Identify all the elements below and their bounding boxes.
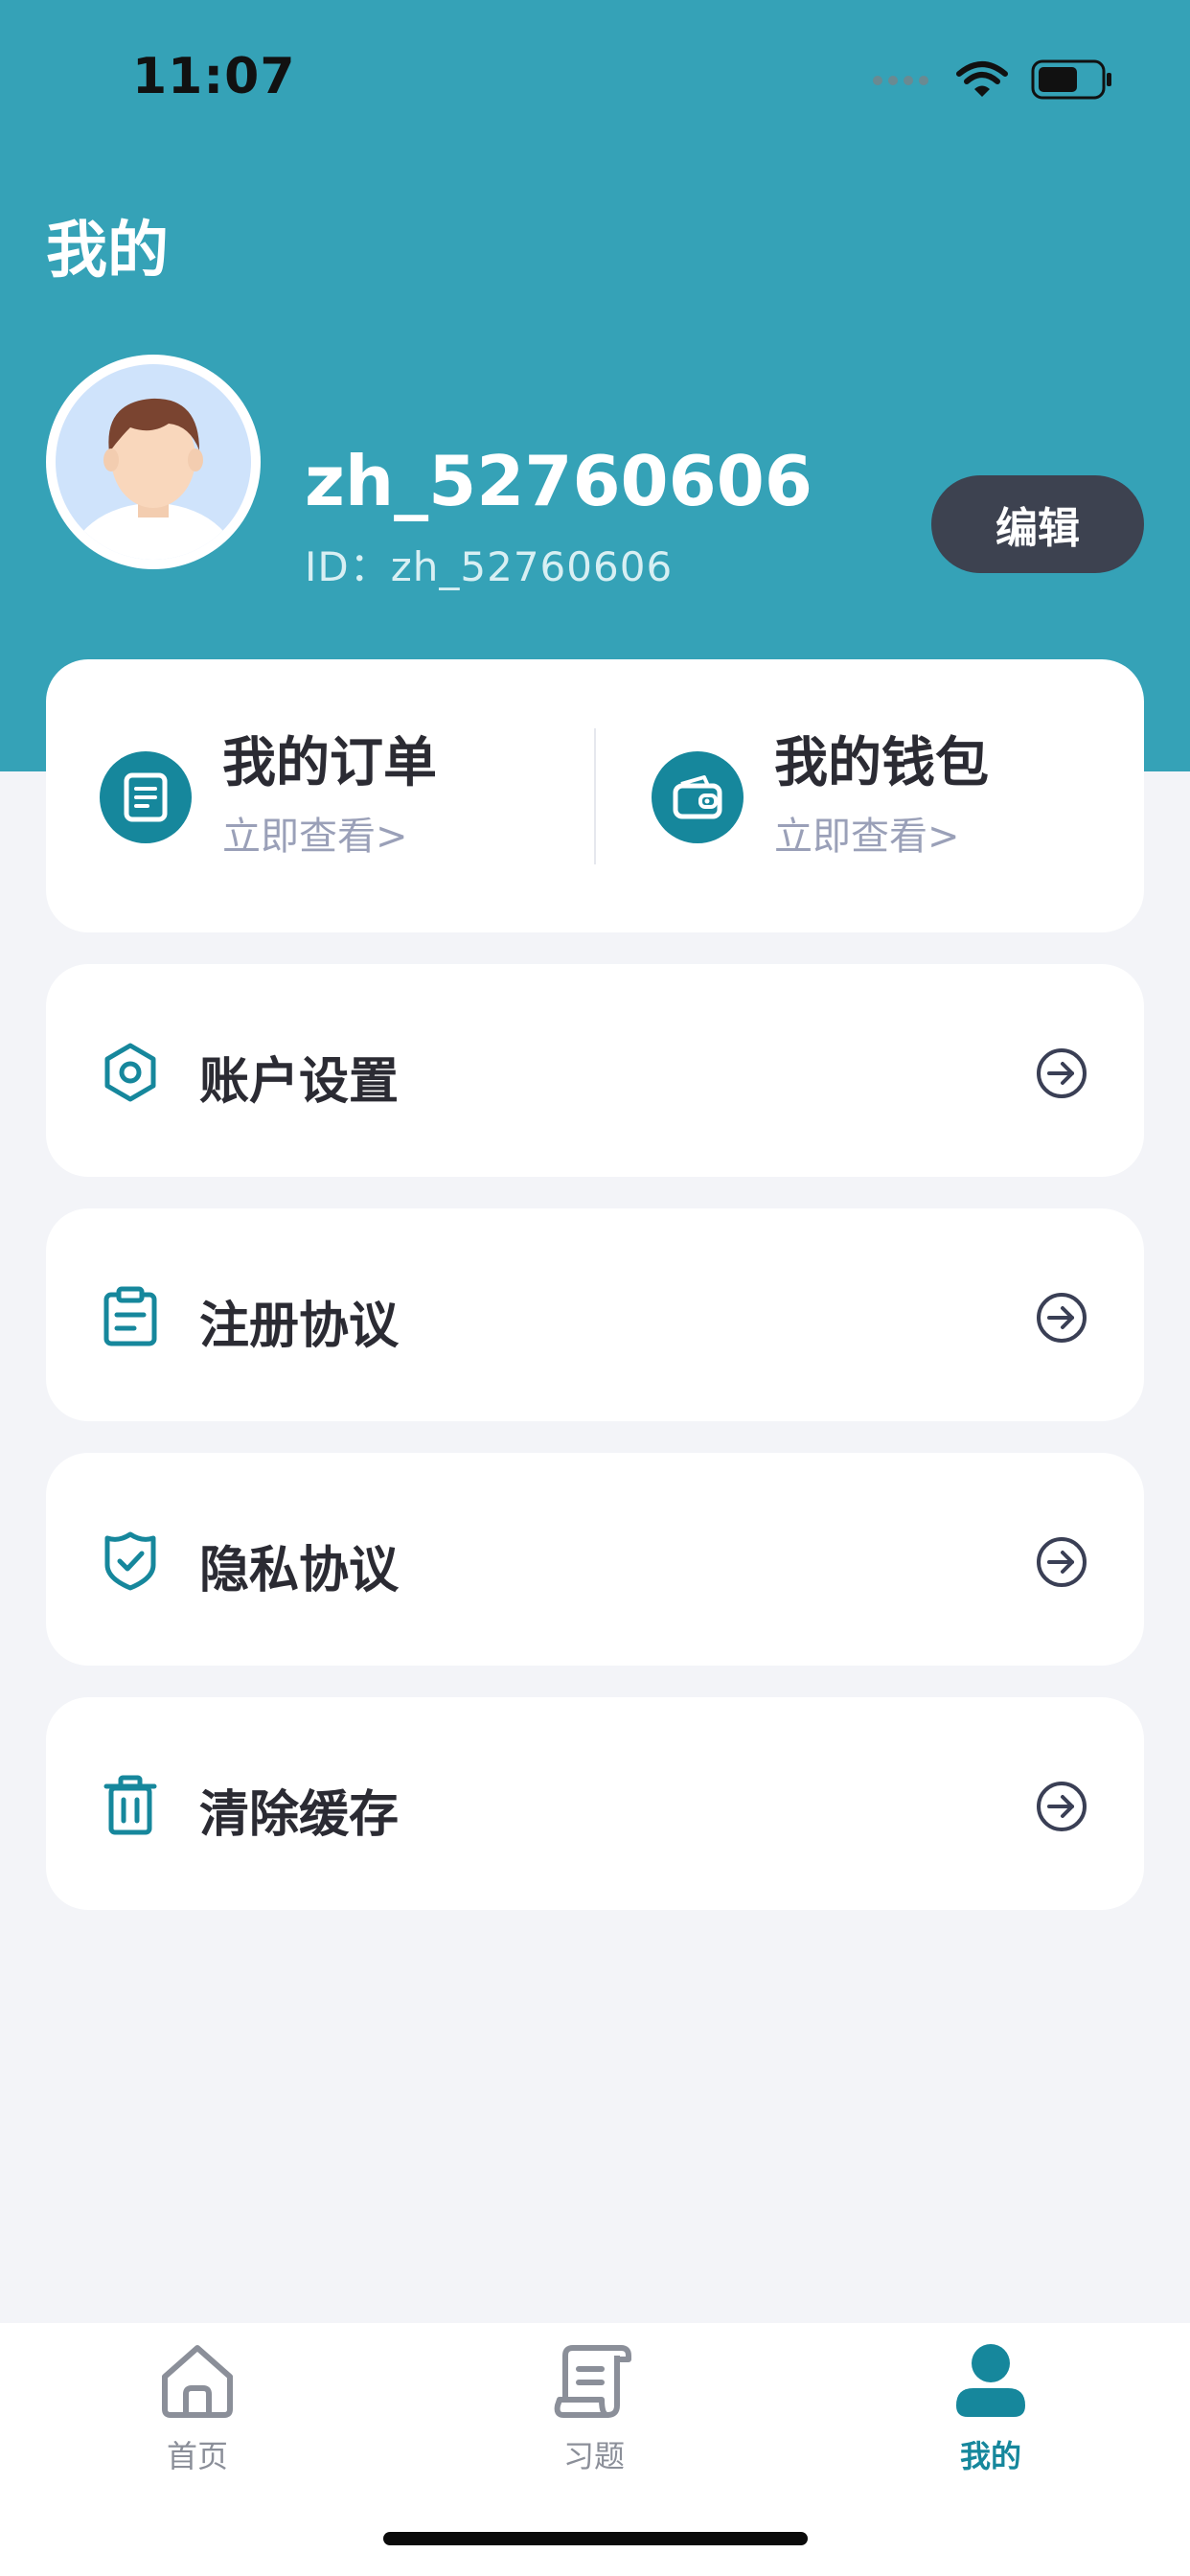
tab-home[interactable]: 首页 [102, 2342, 293, 2476]
trash-icon [100, 1775, 161, 1836]
shield-check-icon [100, 1530, 161, 1592]
tab-mine[interactable]: 我的 [895, 2342, 1087, 2476]
menu-label: 注册协议 [199, 1298, 400, 1355]
user-icon [956, 2344, 1025, 2417]
menu-label: 隐私协议 [199, 1542, 400, 1599]
my-wallet-subtitle: 立即查看> [774, 814, 960, 859]
wifi-icon [956, 60, 1008, 103]
home-indicator [383, 2532, 808, 2545]
wallet-icon [652, 751, 744, 843]
menu-item-registration-agreement[interactable]: 注册协议 [46, 1208, 1144, 1421]
home-icon [162, 2345, 233, 2418]
my-wallet-title: 我的钱包 [774, 732, 989, 795]
tab-label: 我的 [959, 2438, 1021, 2474]
arrow-right-circle-icon [1037, 1537, 1087, 1587]
signal-dots-icon [872, 73, 933, 91]
quick-actions-card: 我的订单 立即查看> 我的钱包 立即查看> [46, 659, 1144, 932]
clipboard-icon [100, 1286, 161, 1347]
tab-exercises[interactable]: 习题 [498, 2342, 690, 2476]
edit-profile-button[interactable]: 编辑 [931, 475, 1144, 573]
my-orders-subtitle: 立即查看> [222, 814, 408, 859]
scroll-icon [554, 2345, 631, 2418]
page-title: 我的 [46, 216, 169, 287]
arrow-right-circle-icon [1037, 1782, 1087, 1831]
my-orders-title: 我的订单 [222, 732, 437, 795]
menu-label: 账户设置 [199, 1053, 400, 1111]
status-icons [872, 59, 1113, 104]
menu-item-privacy-agreement[interactable]: 隐私协议 [46, 1453, 1144, 1666]
tab-label: 习题 [562, 2438, 625, 2474]
menu-item-clear-cache[interactable]: 清除缓存 [46, 1697, 1144, 1910]
menu-item-account-settings[interactable]: 账户设置 [46, 964, 1144, 1177]
quick-divider [594, 728, 596, 864]
arrow-right-circle-icon [1037, 1048, 1087, 1098]
menu-label: 清除缓存 [199, 1786, 400, 1844]
status-time: 11:07 [132, 48, 296, 105]
my-orders-button[interactable]: 我的订单 立即查看> [100, 734, 437, 859]
arrow-right-circle-icon [1037, 1293, 1087, 1343]
username: zh_52760606 [305, 441, 812, 521]
battery-icon [1031, 59, 1113, 104]
my-wallet-button[interactable]: 我的钱包 立即查看> [652, 734, 989, 859]
user-avatar-icon [56, 364, 251, 560]
tab-label: 首页 [166, 2438, 228, 2474]
order-icon [100, 751, 192, 843]
avatar[interactable] [46, 355, 261, 569]
user-id: ID：zh_52760606 [305, 543, 674, 590]
hexagon-settings-icon [100, 1042, 161, 1103]
